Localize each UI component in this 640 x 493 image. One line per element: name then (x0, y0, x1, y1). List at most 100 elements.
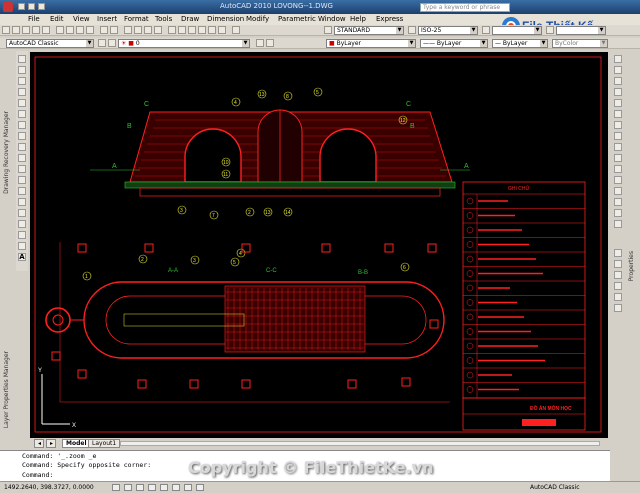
tab-scroll-left[interactable]: ◂ (34, 439, 44, 448)
polar-toggle[interactable] (148, 484, 156, 491)
copy-icon[interactable] (66, 26, 74, 34)
explode-icon[interactable] (614, 220, 622, 228)
lineweight-select[interactable]: — ByLayer ▼ (492, 39, 548, 48)
make-block-icon[interactable] (18, 187, 26, 195)
menu-format[interactable]: Format (124, 15, 149, 23)
plot-icon[interactable] (32, 26, 40, 34)
new-icon[interactable] (18, 3, 25, 10)
menu-help[interactable]: Help (350, 15, 366, 23)
sheetset-icon[interactable] (198, 26, 206, 34)
preview-icon[interactable] (42, 26, 50, 34)
draworder-icon[interactable] (614, 249, 622, 257)
table-icon[interactable] (18, 242, 26, 250)
layer-iso-icon[interactable] (614, 271, 622, 279)
menu-tools[interactable]: Tools (155, 15, 172, 23)
zoom-realtime-icon[interactable] (134, 26, 142, 34)
menu-view[interactable]: View (73, 15, 90, 23)
ellipse-icon[interactable] (18, 154, 26, 162)
ortho-toggle[interactable] (136, 484, 144, 491)
layer-freeze-icon[interactable] (614, 282, 622, 290)
table-style-select[interactable]: ▼ (492, 26, 542, 35)
horizontal-scrollbar[interactable] (120, 441, 600, 446)
layer-off-icon[interactable] (614, 260, 622, 268)
menu-express[interactable]: Express (376, 15, 403, 23)
coordinates-readout[interactable]: 1492.2640, 398.3727, 0.0000 (4, 484, 94, 491)
layer-lock-icon[interactable] (614, 293, 622, 301)
open-icon[interactable] (12, 26, 20, 34)
menu-draw[interactable]: Draw (181, 15, 199, 23)
copy-object-icon[interactable] (614, 66, 622, 74)
revcloud-icon[interactable] (18, 132, 26, 140)
command-prompt[interactable]: Command: (22, 471, 53, 479)
line-icon[interactable] (18, 55, 26, 63)
menu-parametric[interactable]: Parametric (278, 15, 316, 23)
layer-previous-icon[interactable] (266, 39, 274, 47)
spline-icon[interactable] (18, 143, 26, 151)
mirror-icon[interactable] (614, 77, 622, 85)
region-icon[interactable] (18, 231, 26, 239)
save-icon[interactable] (22, 26, 30, 34)
markup-icon[interactable] (208, 26, 216, 34)
undo-icon[interactable] (100, 26, 108, 34)
paste-icon[interactable] (76, 26, 84, 34)
layer-manager-icon[interactable] (108, 39, 116, 47)
menu-file[interactable]: File (28, 15, 40, 23)
trim-icon[interactable] (614, 154, 622, 162)
fillet-icon[interactable] (614, 209, 622, 217)
point-icon[interactable] (18, 198, 26, 206)
zoom-previous-icon[interactable] (154, 26, 162, 34)
polygon-icon[interactable] (18, 88, 26, 96)
osnap-toggle[interactable] (160, 484, 168, 491)
text-style-icon[interactable] (324, 26, 332, 34)
properties-icon[interactable] (168, 26, 176, 34)
workspace-switch[interactable]: AutoCAD Classic (530, 484, 580, 491)
layer-properties-manager-tab[interactable]: Layer Properties Manager (3, 351, 10, 428)
open-icon[interactable] (28, 3, 35, 10)
search-input[interactable]: Type a keyword or phrase (420, 3, 510, 12)
make-current-icon[interactable] (256, 39, 264, 47)
rectangle-icon[interactable] (18, 99, 26, 107)
ducs-toggle[interactable] (184, 484, 192, 491)
menu-edit[interactable]: Edit (50, 15, 64, 23)
menu-dimension[interactable]: Dimension (207, 15, 244, 23)
insert-block-icon[interactable] (18, 176, 26, 184)
stretch-icon[interactable] (614, 143, 622, 151)
dim-style-select[interactable]: ISO-25 ▼ (418, 26, 478, 35)
redo-icon[interactable] (110, 26, 118, 34)
arc-icon[interactable] (18, 110, 26, 118)
cad-drawing[interactable]: C C B B A A 4 13 8 5 12 10 11 2 13 14 7 … (30, 52, 608, 438)
polyline-icon[interactable] (18, 77, 26, 85)
cut-icon[interactable] (56, 26, 64, 34)
menu-modify[interactable]: Modify (246, 15, 269, 23)
array-icon[interactable] (614, 99, 622, 107)
layer-unlock-icon[interactable] (614, 304, 622, 312)
ellipse-arc-icon[interactable] (18, 165, 26, 173)
table-style-icon[interactable] (482, 26, 490, 34)
toolpalettes-icon[interactable] (188, 26, 196, 34)
workspace-select[interactable]: AutoCAD Classic ▼ (6, 39, 94, 48)
offset-icon[interactable] (614, 88, 622, 96)
help-icon[interactable] (232, 26, 240, 34)
otrack-toggle[interactable] (172, 484, 180, 491)
snap-toggle[interactable] (112, 484, 120, 491)
hatch-icon[interactable] (18, 209, 26, 217)
break-icon[interactable] (614, 176, 622, 184)
linetype-select[interactable]: —— ByLayer ▼ (420, 39, 488, 48)
tab-scroll-right[interactable]: ▸ (46, 439, 56, 448)
dim-style-icon[interactable] (408, 26, 416, 34)
properties-tab[interactable]: Properties (628, 251, 635, 281)
mleader-style-icon[interactable] (546, 26, 554, 34)
drawing-recovery-manager-tab[interactable]: Drawing Recovery Manager (3, 111, 10, 194)
tab-model[interactable]: Model (62, 439, 91, 448)
qnew-icon[interactable] (2, 26, 10, 34)
autocad-app-icon[interactable] (3, 2, 13, 12)
workspace-settings-icon[interactable] (98, 39, 106, 47)
mtext-icon[interactable]: A (18, 253, 26, 261)
menu-insert[interactable]: Insert (97, 15, 117, 23)
gradient-icon[interactable] (18, 220, 26, 228)
pan-icon[interactable] (124, 26, 132, 34)
xline-icon[interactable] (18, 66, 26, 74)
erase-icon[interactable] (614, 55, 622, 63)
dyn-toggle[interactable] (196, 484, 204, 491)
tab-layout1[interactable]: Layout1 (88, 439, 121, 448)
